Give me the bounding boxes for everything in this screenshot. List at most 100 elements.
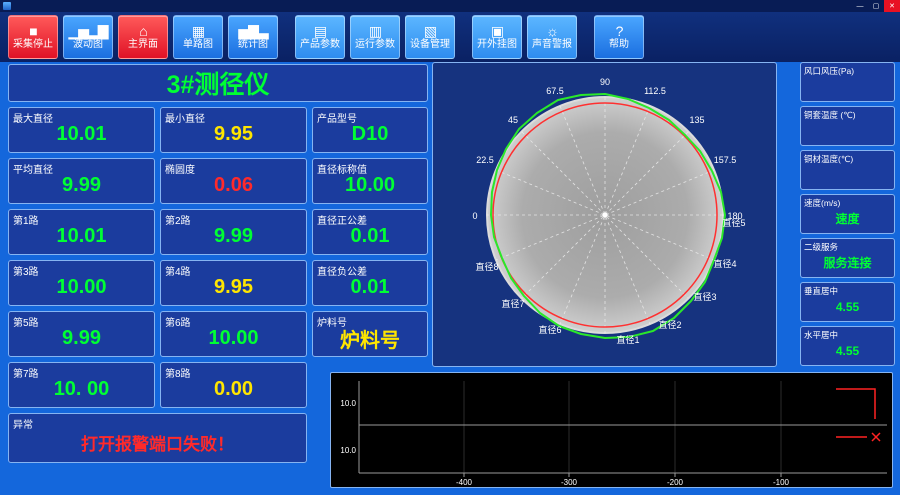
metric-value: 0.00 <box>214 378 253 400</box>
button-label: 主界面 <box>128 39 158 50</box>
window-controls: — ▢ ✕ <box>852 0 900 12</box>
diameter-label: 直径1 <box>616 334 639 345</box>
metric-value: 9.99 <box>62 174 101 196</box>
title-bar: — ▢ ✕ <box>0 0 900 12</box>
trend-x-ticks: -400 -300 -200 -100 <box>456 478 790 487</box>
metric-cell: 第3路 10.00 <box>8 260 155 306</box>
angle-label: 112.5 <box>644 86 666 96</box>
status-value <box>801 107 894 145</box>
button-label: 设备管理 <box>410 39 450 50</box>
stop-collection-button[interactable]: ■ 采集停止 <box>8 15 58 59</box>
status-value: 速度 <box>835 212 860 226</box>
angle-label: 22.5 <box>476 155 494 165</box>
button-label: 运行参数 <box>355 39 395 50</box>
polar-chart-svg: 0 22.5 45 67.5 90 112.5 135 157.5 180 直径… <box>472 77 745 345</box>
trend-axes <box>358 381 887 477</box>
run-params-icon: ▥ <box>368 23 382 39</box>
minimize-button[interactable]: — <box>852 0 868 12</box>
sound-alarm-button[interactable]: ☼ 声音警报 <box>527 15 577 59</box>
angle-label: 90 <box>600 77 610 87</box>
app-window: — ▢ ✕ ■ 采集停止 ▁▅▂▇ 波动图 ⌂ 主界面 ▦ 单路图 ▅▇▃ 统计… <box>0 0 900 495</box>
run-params-button[interactable]: ▥ 运行参数 <box>350 15 400 59</box>
metric-cell: 平均直径 9.99 <box>8 158 155 204</box>
metric-value: 0.01 <box>350 276 390 298</box>
trend-gridlines <box>463 381 782 473</box>
diameter-label: 直径3 <box>693 291 716 302</box>
x-tick-label: -200 <box>667 478 684 487</box>
button-label: 波动图 <box>73 39 103 50</box>
single-channel-chart-button[interactable]: ▦ 单路图 <box>173 15 223 59</box>
x-tick-label: -400 <box>456 478 473 487</box>
trend-y-ticks: 10.0 10.0 <box>340 399 356 455</box>
alarm-message: 打开报警端口失败！ <box>81 434 234 454</box>
help-icon: ? <box>615 23 624 39</box>
x-tick-label: -300 <box>561 478 578 487</box>
metric-cell: 第6路 10.00 <box>160 311 307 357</box>
diameter-label: 直径5 <box>722 217 745 228</box>
angle-label: 0 <box>472 211 477 221</box>
diameter-label: 直径6 <box>538 324 561 335</box>
status-box: 速度(m/s) 速度 <box>800 194 895 234</box>
x-tick-label: -100 <box>773 478 790 487</box>
status-box: 铜材温度(℃) <box>800 150 895 190</box>
y-tick-label: 10.0 <box>340 399 356 408</box>
center-dot <box>602 212 608 218</box>
metric-cell: 直径正公差 0.01 <box>312 209 428 255</box>
metric-cell: 炉料号 炉料号 <box>312 311 428 357</box>
diameter-label: 直径7 <box>501 298 524 309</box>
external-window-icon: ▣ <box>490 23 504 39</box>
alarm-lamp-icon: ☼ <box>546 23 559 39</box>
metric-value: 炉料号 <box>340 330 400 352</box>
device-manage-icon: ▧ <box>423 23 437 39</box>
stop-icon: ■ <box>29 23 38 39</box>
angle-label: 135 <box>689 115 704 125</box>
metric-cell: 产品型号 D10 <box>312 107 428 153</box>
product-params-button[interactable]: ▤ 产品参数 <box>295 15 345 59</box>
metric-value: 10.01 <box>56 123 107 145</box>
maximize-button[interactable]: ▢ <box>868 0 884 12</box>
status-box: 铜套温度 (℃) <box>800 106 895 146</box>
stats-chart-button[interactable]: ▅▇▃ 统计图 <box>228 15 278 59</box>
close-button[interactable]: ✕ <box>884 0 900 12</box>
gauge-title: 3#测径仪 <box>8 64 428 102</box>
metric-cell: 第7路 10. 00 <box>8 362 155 408</box>
metric-value: 9.95 <box>214 276 253 298</box>
status-value: 服务连接 <box>823 256 872 270</box>
metric-value: 0.01 <box>350 225 390 247</box>
metric-cell: 第8路 0.00 <box>160 362 307 408</box>
toolbar: ■ 采集停止 ▁▅▂▇ 波动图 ⌂ 主界面 ▦ 单路图 ▅▇▃ 统计图 ▤ 产品… <box>0 12 900 62</box>
status-value: 4.55 <box>835 299 860 314</box>
metric-value: 10.00 <box>344 174 396 196</box>
metric-cell: 第5路 9.99 <box>8 311 155 357</box>
wave-chart-button[interactable]: ▁▅▂▇ 波动图 <box>63 15 113 59</box>
button-label: 声音警报 <box>532 39 572 50</box>
metric-value: 10. 00 <box>53 378 110 400</box>
metric-cell: 最小直径 9.95 <box>160 107 307 153</box>
status-box: 风口风压(Pa) <box>800 62 895 102</box>
metric-cell: 第4路 9.95 <box>160 260 307 306</box>
metric-value: 9.95 <box>214 123 253 145</box>
help-button[interactable]: ? 帮助 <box>594 15 644 59</box>
trend-chart-svg: 10.0 10.0 -400 -300 -200 -100 <box>340 381 887 487</box>
device-manage-button[interactable]: ▧ 设备管理 <box>405 15 455 59</box>
trend-chart: 10.0 10.0 -400 -300 -200 -100 <box>330 372 893 488</box>
metric-cell: 最大直径 10.01 <box>8 107 155 153</box>
metric-cell: 直径负公差 0.01 <box>312 260 428 306</box>
button-label: 产品参数 <box>300 39 340 50</box>
metric-cell: 第1路 10.01 <box>8 209 155 255</box>
status-value: 4.55 <box>835 343 860 358</box>
y-tick-label: 10.0 <box>340 446 356 455</box>
metric-value: 10.00 <box>56 276 107 298</box>
button-label: 开外挂图 <box>477 39 517 50</box>
cross-section-chart: 0 22.5 45 67.5 90 112.5 135 157.5 180 直径… <box>432 62 777 367</box>
button-label: 帮助 <box>609 39 629 50</box>
diameter-label: 直径8 <box>475 261 498 272</box>
status-column: 风口风压(Pa) 铜套温度 (℃) 铜材温度(℃) 速度(m/s) 速度 二级服… <box>800 62 895 366</box>
main-view-button[interactable]: ⌂ 主界面 <box>118 15 168 59</box>
home-icon: ⌂ <box>139 23 148 39</box>
metric-value: D10 <box>351 123 389 145</box>
status-box: 垂直居中 4.55 <box>800 282 895 322</box>
button-label: 采集停止 <box>13 39 53 50</box>
external-chart-button[interactable]: ▣ 开外挂图 <box>472 15 522 59</box>
angle-label: 45 <box>508 115 518 125</box>
